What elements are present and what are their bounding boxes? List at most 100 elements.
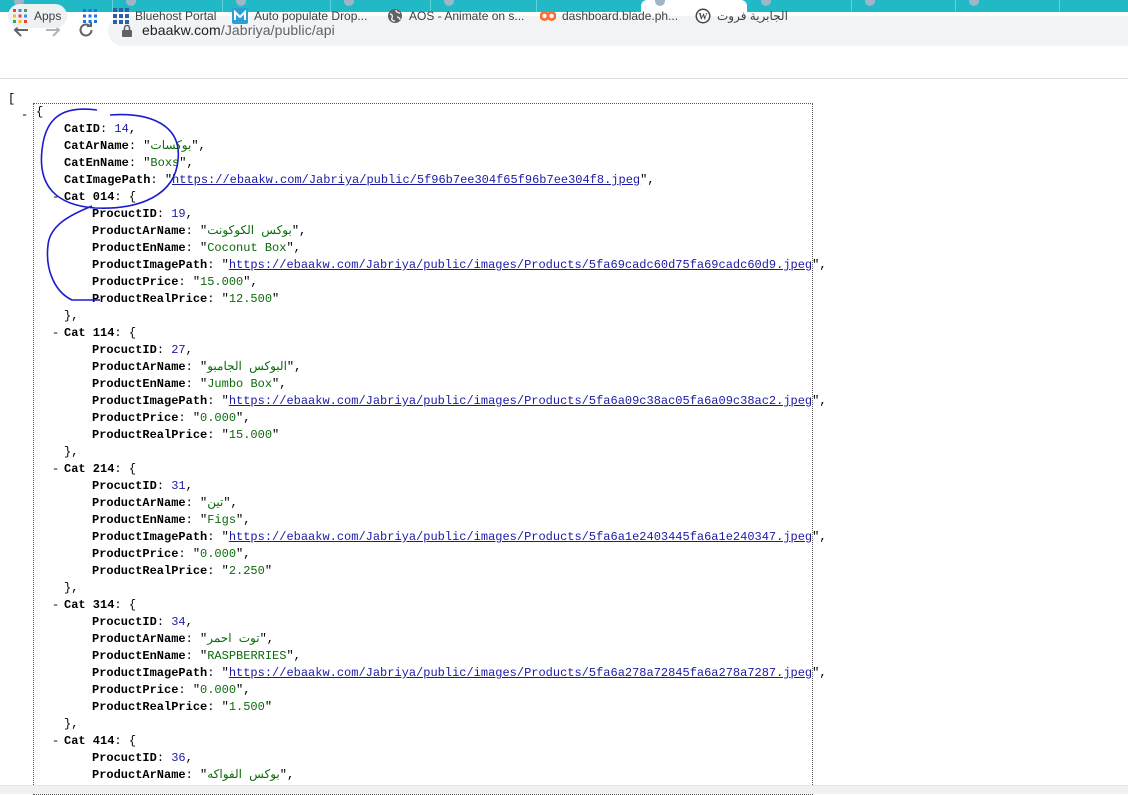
json-string-value: البوكس الجامبو	[207, 360, 287, 374]
json-property: ProductRealPrice: "2.250"	[92, 564, 273, 578]
json-property: ProductArName: "تين",	[92, 496, 238, 510]
collapse-toggle[interactable]: -	[52, 733, 59, 750]
apps-grid-icon	[12, 8, 28, 24]
collapse-toggle[interactable]: -	[52, 597, 59, 614]
json-key: Cat 314	[64, 598, 115, 612]
bluehost-icon	[113, 8, 129, 24]
json-string-value: Figs	[207, 513, 237, 527]
json-property: ProductEnName: "Coconut Box",	[92, 241, 301, 255]
json-property: ProductPrice: "15.000",	[92, 275, 258, 289]
collapse-toggle[interactable]: -	[52, 189, 59, 206]
globe-icon	[387, 8, 403, 24]
json-string-value: 0.000	[200, 683, 237, 697]
m-logo-icon	[232, 8, 248, 24]
bookmark-bluehost-portal[interactable]: Bluehost Portal	[113, 6, 216, 26]
json-property: ProductArName: "البوكس الجامبو",	[92, 360, 302, 374]
lock-icon	[122, 24, 132, 37]
json-number-value: 14	[114, 122, 129, 136]
json-key: CatArName	[64, 139, 129, 153]
json-property: ProcuctID: 27,	[92, 343, 193, 357]
json-property: CatArName: "بوكسات",	[64, 139, 206, 153]
json-key: ProductEnName	[92, 241, 186, 255]
bookmark-label: Apps	[34, 9, 62, 23]
json-property: ProcuctID: 19,	[92, 207, 193, 221]
wordpress-icon: W	[695, 8, 711, 24]
json-number-value: 34	[171, 615, 186, 629]
json-string-value: 12.500	[228, 292, 273, 306]
json-link-value[interactable]: https://ebaakw.com/Jabriya/public/images…	[229, 394, 812, 408]
json-string-value: توت احمر	[207, 632, 260, 646]
json-string-value: Coconut Box	[207, 241, 287, 255]
json-property: ProcuctID: 31,	[92, 479, 193, 493]
json-key: ProductArName	[92, 360, 186, 374]
json-link-value[interactable]: https://ebaakw.com/Jabriya/public/images…	[229, 258, 812, 272]
json-open-bracket: [	[8, 92, 16, 106]
json-number-value: 27	[171, 343, 186, 357]
bookmark-jabriya-fruit[interactable]: W الجابرية فروت	[695, 6, 788, 26]
json-property: ProcuctID: 34,	[92, 615, 193, 629]
json-string-value: 0.000	[200, 411, 237, 425]
json-key: ProductPrice	[92, 547, 179, 561]
json-key: ProductImagePath	[92, 666, 208, 680]
json-string-value: Boxs	[150, 156, 180, 170]
bookmark-apps[interactable]: Apps	[8, 4, 68, 28]
json-string-value: بوكس الكوكونت	[207, 224, 292, 238]
json-link-value[interactable]: https://ebaakw.com/Jabriya/public/5f96b7…	[172, 173, 640, 187]
bookmark-aos[interactable]: AOS - Animate on s...	[387, 6, 524, 26]
json-string-value: Jumbo Box	[207, 377, 273, 391]
json-key: ProductImagePath	[92, 258, 208, 272]
json-property: ProductRealPrice: "15.000"	[92, 428, 280, 442]
json-property: CatID: 14,	[64, 122, 137, 136]
json-link-value[interactable]: https://ebaakw.com/Jabriya/public/images…	[229, 530, 812, 544]
json-key: ProcuctID	[92, 615, 157, 629]
json-property: ProductArName: "بوكس الكوكونت",	[92, 224, 307, 238]
bookmark-label: Auto populate Drop...	[254, 9, 368, 23]
json-string-value: RASPBERRIES	[207, 649, 287, 663]
json-key: ProductRealPrice	[92, 700, 208, 714]
json-string-value: بوكسات	[150, 139, 192, 153]
json-open-brace: {	[36, 104, 43, 121]
json-nested-object-key: Cat 314: {	[64, 598, 137, 612]
json-string-value: بوكس الفواكه	[207, 768, 280, 782]
bookmark-auto-populate[interactable]: Auto populate Drop...	[232, 6, 367, 26]
json-string-value: تين	[207, 496, 224, 510]
json-nested-object-key: Cat 114: {	[64, 326, 137, 340]
json-key: ProductImagePath	[92, 530, 208, 544]
collapse-toggle[interactable]: -	[52, 325, 59, 342]
json-string-value: 0.000	[200, 547, 237, 561]
json-property: ProductArName: "توت احمر",	[92, 632, 274, 646]
json-key: CatImagePath	[64, 173, 151, 187]
bookmark-label: dashboard.blade.ph...	[562, 9, 679, 23]
json-nested-object-key: Cat 014: {	[64, 190, 137, 204]
json-key: ProductPrice	[92, 411, 179, 425]
json-key: ProductEnName	[92, 649, 186, 663]
json-key: ProcuctID	[92, 479, 157, 493]
json-property: ProductImagePath: "https://ebaakw.com/Ja…	[92, 394, 827, 408]
collapse-toggle[interactable]: -	[21, 108, 28, 122]
json-string-value: 2.250	[228, 564, 265, 578]
json-link-value[interactable]: https://ebaakw.com/Jabriya/public/images…	[229, 666, 812, 680]
json-property: ProductRealPrice: "1.500"	[92, 700, 273, 714]
json-key: ProductArName	[92, 768, 186, 782]
json-property: CatEnName: "Boxs",	[64, 156, 194, 170]
bookmark-label: AOS - Animate on s...	[409, 9, 525, 23]
browser-tab[interactable]	[851, 0, 956, 12]
bookmark-dashboard-blade[interactable]: dashboard.blade.ph...	[540, 6, 678, 26]
bookmark-label: Bluehost Portal	[135, 9, 217, 23]
json-property: ProductEnName: "Figs",	[92, 513, 251, 527]
json-key: ProcuctID	[92, 207, 157, 221]
json-key: ProductArName	[92, 632, 186, 646]
json-number-value: 36	[171, 751, 186, 765]
json-key: ProductArName	[92, 496, 186, 510]
json-number-value: 19	[171, 207, 186, 221]
browser-tab[interactable]	[955, 0, 1060, 12]
json-property: ProductRealPrice: "12.500"	[92, 292, 280, 306]
collapse-toggle[interactable]: -	[52, 461, 59, 478]
json-close-brace: },	[64, 445, 79, 459]
json-string-value: 15.000	[200, 275, 244, 289]
bookmark-grid[interactable]	[82, 6, 104, 26]
json-close-brace: },	[64, 581, 79, 595]
json-string-value: 15.000	[228, 428, 273, 442]
json-property: ProductEnName: "RASPBERRIES",	[92, 649, 301, 663]
json-close-brace: },	[64, 717, 79, 731]
